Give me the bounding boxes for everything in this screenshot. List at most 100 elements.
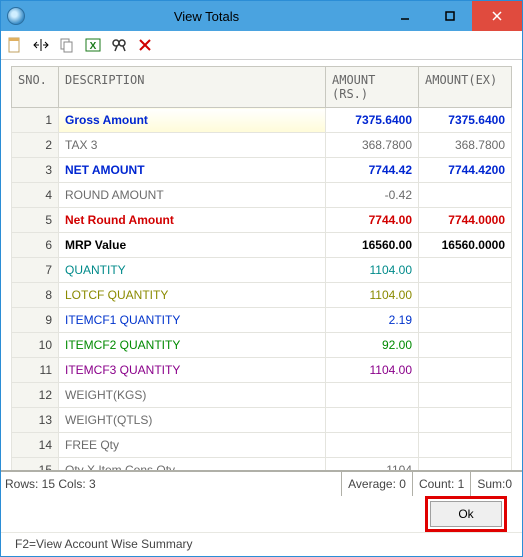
cell-desc: ROUND AMOUNT [59,183,326,208]
cell-amt2 [419,433,512,458]
cell-amt2 [419,408,512,433]
cell-amt2 [419,383,512,408]
col-amt2[interactable]: AMOUNT(EX) [419,67,512,108]
cell-amt1: 368.7800 [326,133,419,158]
table-row[interactable]: 12WEIGHT(KGS) [12,383,512,408]
cell-amt1: -0.42 [326,183,419,208]
window: View Totals X [0,0,523,557]
cell-amt1: 1104 [326,458,419,471]
data-grid[interactable]: SNO. DESCRIPTION AMOUNT (RS.) AMOUNT(EX)… [11,66,512,470]
cell-sno: 3 [12,158,59,183]
cell-desc: Qty X Item Cons Qty [59,458,326,471]
table-row[interactable]: 2TAX 3368.7800368.7800 [12,133,512,158]
copy-icon[interactable] [57,35,77,55]
cell-sno: 4 [12,183,59,208]
minimize-button[interactable] [382,1,427,31]
cell-amt2 [419,358,512,383]
cell-sno: 8 [12,283,59,308]
doc-icon[interactable] [5,35,25,55]
col-sno[interactable]: SNO. [12,67,59,108]
status-count: Count: 1 [412,472,470,496]
cell-desc: Gross Amount [59,108,326,133]
app-icon [7,7,25,25]
table-row[interactable]: 15Qty X Item Cons Qty1104 [12,458,512,471]
grid-area: SNO. DESCRIPTION AMOUNT (RS.) AMOUNT(EX)… [1,60,522,470]
cell-sno: 2 [12,133,59,158]
cell-amt2 [419,308,512,333]
table-row[interactable]: 11ITEMCF3 QUANTITY1104.00 [12,358,512,383]
cell-amt1 [326,383,419,408]
fit-width-icon[interactable] [31,35,51,55]
cell-amt1: 2.19 [326,308,419,333]
cell-desc: LOTCF QUANTITY [59,283,326,308]
table-row[interactable]: 9ITEMCF1 QUANTITY2.19 [12,308,512,333]
cell-amt2: 16560.0000 [419,233,512,258]
window-controls [382,1,522,31]
cell-desc: ITEMCF2 QUANTITY [59,333,326,358]
cell-sno: 9 [12,308,59,333]
table-row[interactable]: 10ITEMCF2 QUANTITY92.00 [12,333,512,358]
cell-amt1: 1104.00 [326,358,419,383]
cell-desc: Net Round Amount [59,208,326,233]
table-row[interactable]: 1Gross Amount7375.64007375.6400 [12,108,512,133]
cell-amt1: 92.00 [326,333,419,358]
cell-amt1: 16560.00 [326,233,419,258]
table-row[interactable]: 3NET AMOUNT7744.427744.4200 [12,158,512,183]
cell-desc: MRP Value [59,233,326,258]
window-title: View Totals [31,9,382,24]
cell-sno: 10 [12,333,59,358]
cell-sno: 11 [12,358,59,383]
cell-amt2 [419,333,512,358]
cell-desc: TAX 3 [59,133,326,158]
cell-sno: 15 [12,458,59,471]
cell-amt2: 7744.4200 [419,158,512,183]
cell-sno: 5 [12,208,59,233]
status-average: Average: 0 [341,472,412,496]
cell-amt1 [326,408,419,433]
bottom-panel: Ok F2=View Account Wise Summary [1,496,522,556]
hint-text: F2=View Account Wise Summary [1,532,522,555]
table-row[interactable]: 8LOTCF QUANTITY1104.00 [12,283,512,308]
cell-desc: FREE Qty [59,433,326,458]
table-row[interactable]: 13WEIGHT(QTLS) [12,408,512,433]
cell-desc: QUANTITY [59,258,326,283]
cell-sno: 7 [12,258,59,283]
cell-sno: 1 [12,108,59,133]
table-row[interactable]: 6MRP Value16560.0016560.0000 [12,233,512,258]
cell-amt2 [419,458,512,471]
cell-sno: 12 [12,383,59,408]
cell-desc: NET AMOUNT [59,158,326,183]
ok-button[interactable]: Ok [430,501,502,527]
cell-amt2: 7744.0000 [419,208,512,233]
cell-desc: WEIGHT(QTLS) [59,408,326,433]
excel-icon[interactable]: X [83,35,103,55]
status-bar: Rows: 15 Cols: 3 Average: 0 Count: 1 Sum… [1,470,522,496]
cell-amt2 [419,283,512,308]
svg-text:X: X [90,41,97,52]
status-rows-cols: Rows: 15 Cols: 3 [5,477,96,491]
cell-amt1: 7744.42 [326,158,419,183]
table-row[interactable]: 7QUANTITY1104.00 [12,258,512,283]
cell-sno: 13 [12,408,59,433]
find-icon[interactable] [109,35,129,55]
cell-sno: 14 [12,433,59,458]
close-button[interactable] [472,1,522,31]
cell-desc: ITEMCF1 QUANTITY [59,308,326,333]
table-row[interactable]: 5Net Round Amount7744.007744.0000 [12,208,512,233]
col-desc[interactable]: DESCRIPTION [59,67,326,108]
cell-amt2 [419,183,512,208]
cell-amt2: 7375.6400 [419,108,512,133]
cell-amt1: 7375.6400 [326,108,419,133]
cell-amt1 [326,433,419,458]
header-row: SNO. DESCRIPTION AMOUNT (RS.) AMOUNT(EX) [12,67,512,108]
cell-desc: WEIGHT(KGS) [59,383,326,408]
titlebar: View Totals [1,1,522,31]
status-sum: Sum:0 [470,472,518,496]
col-amt1[interactable]: AMOUNT (RS.) [326,67,419,108]
cell-amt1: 1104.00 [326,258,419,283]
cell-amt2 [419,258,512,283]
maximize-button[interactable] [427,1,472,31]
delete-icon[interactable] [135,35,155,55]
table-row[interactable]: 4ROUND AMOUNT-0.42 [12,183,512,208]
table-row[interactable]: 14FREE Qty [12,433,512,458]
